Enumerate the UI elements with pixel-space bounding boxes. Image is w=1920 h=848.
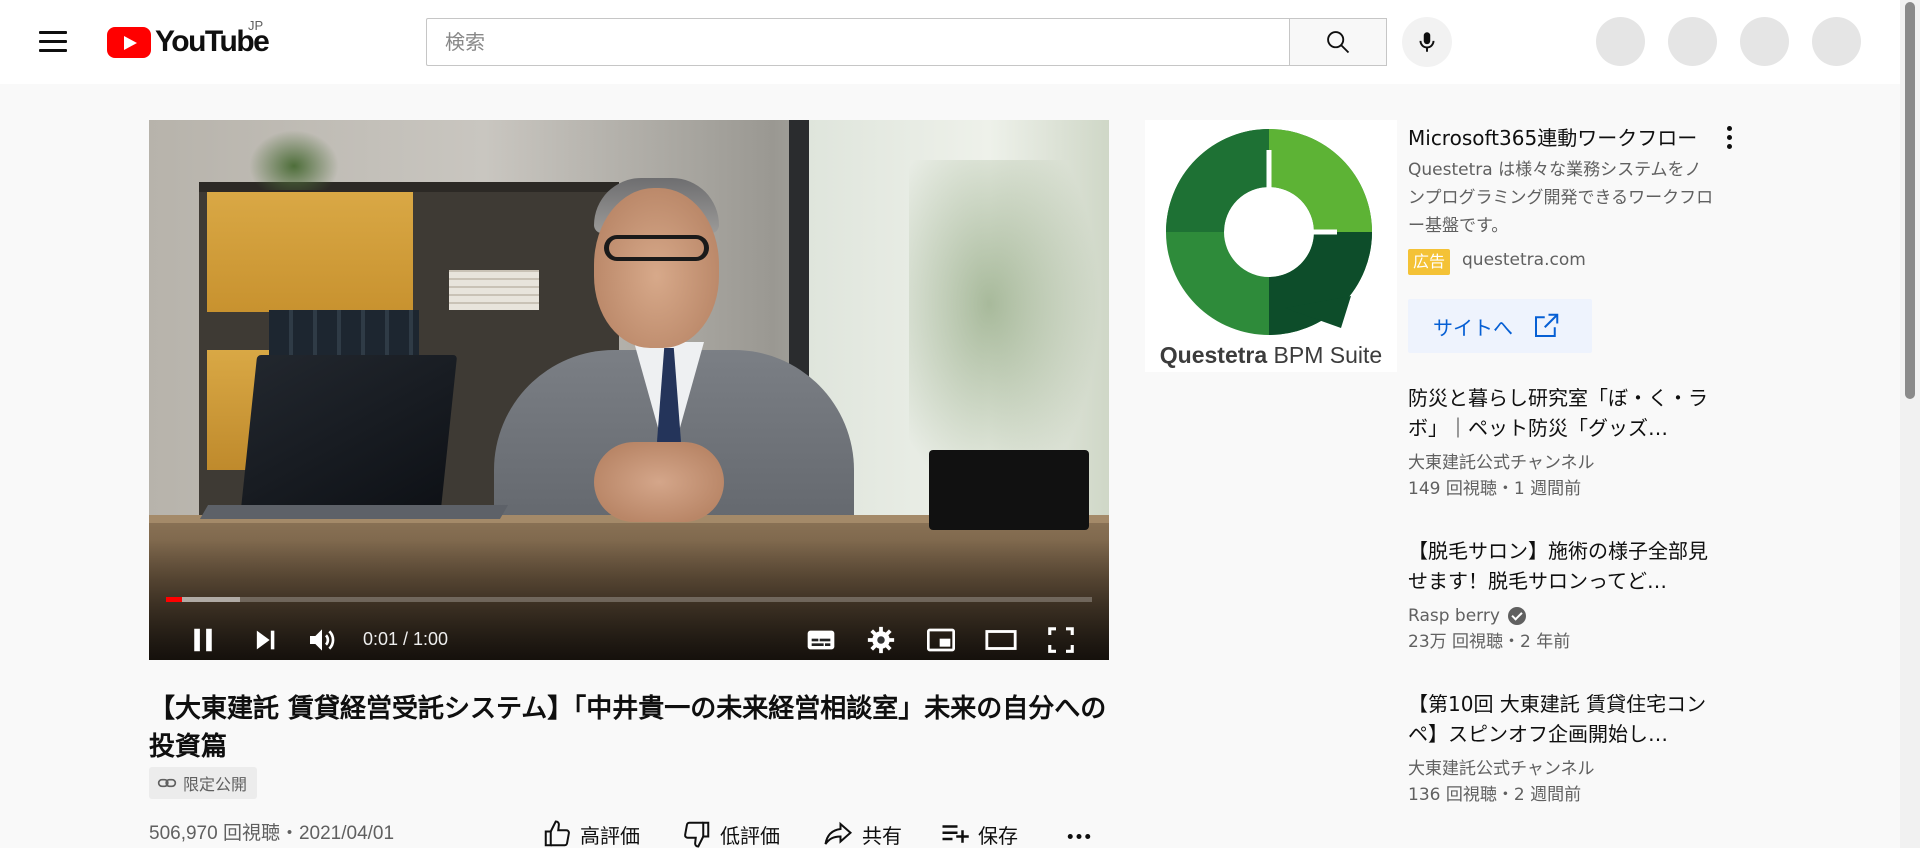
- ad-logo-text: Questetra BPM Suite: [1159, 342, 1383, 368]
- ad-visit-site-button[interactable]: サイトへ: [1408, 299, 1592, 353]
- next-icon: [256, 630, 275, 650]
- progress-bar[interactable]: [166, 597, 1092, 602]
- recommendation-stats: 136 回視聴・2 週間前: [1408, 785, 1582, 805]
- gear-icon: [867, 626, 895, 654]
- playlist-add-icon: [942, 825, 969, 843]
- more-actions-button[interactable]: [1062, 817, 1104, 848]
- miniplayer-button[interactable]: [917, 616, 965, 660]
- like-label: 高評価: [580, 823, 640, 848]
- verified-check-icon: [1507, 607, 1526, 625]
- privacy-label: 限定公開: [183, 775, 248, 794]
- view-count-date: 506,970 回視聴・2021/04/01: [149, 823, 395, 844]
- ad-domain: questetra.com: [1462, 250, 1586, 270]
- pause-button[interactable]: [179, 616, 227, 660]
- more-horizontal-icon: [1067, 834, 1091, 839]
- search-box: [426, 18, 1290, 66]
- recommendation-channel: 大東建託公式チャンネル: [1408, 453, 1595, 473]
- fullscreen-button[interactable]: [1037, 616, 1085, 660]
- region-code: JP: [248, 18, 264, 33]
- next-button[interactable]: [241, 616, 289, 660]
- ad-description: Questetra は様々な業務システムをノンプログラミング開発できるワークフロ…: [1408, 160, 1714, 236]
- search-input[interactable]: [445, 30, 1290, 54]
- microphone-icon: [1419, 32, 1435, 52]
- search-button[interactable]: [1289, 18, 1387, 66]
- share-icon: [824, 821, 853, 845]
- link-icon: [157, 778, 177, 788]
- header-avatar-2[interactable]: [1668, 17, 1717, 66]
- recommendation-title: 防災と暮らし研究室「ぼ・く・ラボ」｜ペット防災「グッズ…: [1408, 386, 1708, 440]
- youtube-logo[interactable]: YouTube: [107, 24, 270, 60]
- theater-mode-button[interactable]: [977, 616, 1025, 660]
- recommendation-stats: 23万 回視聴・2 年前: [1408, 632, 1571, 652]
- header-avatar-4[interactable]: [1812, 17, 1861, 66]
- thumbs-up-icon: [544, 820, 570, 847]
- save-label: 保存: [978, 823, 1018, 848]
- ad-menu-button[interactable]: [1717, 122, 1741, 152]
- share-label: 共有: [862, 823, 902, 848]
- recommendation-item[interactable]: 【脱毛サロン】施術の様子全部見せます！脱毛サロンってど… Rasp berry …: [1408, 536, 1718, 655]
- recommendation-channel: Rasp berry: [1408, 603, 1718, 629]
- ad-button-label: サイトへ: [1433, 315, 1513, 340]
- scrollbar-thumb[interactable]: [1905, 2, 1915, 399]
- privacy-badge: 限定公開: [149, 767, 258, 799]
- volume-icon: [310, 629, 335, 651]
- play-logo-icon: [107, 26, 151, 58]
- menu-icon[interactable]: [36, 28, 70, 56]
- masthead: YouTube JP: [0, 0, 1900, 84]
- external-link-icon: [1535, 313, 1559, 337]
- miniplayer-icon: [927, 628, 955, 652]
- recommendation-stats: 149 回視聴・1 週間前: [1408, 479, 1582, 499]
- recommendation-title: 【脱毛サロン】施術の様子全部見せます！脱毛サロンってど…: [1408, 539, 1708, 593]
- subtitles-icon: [807, 630, 835, 650]
- save-button[interactable]: 保存: [940, 817, 1018, 848]
- volume-button[interactable]: [298, 616, 346, 660]
- video-player[interactable]: 0:01 / 1:00: [149, 120, 1109, 660]
- recommendation-channel: 大東建託公式チャンネル: [1408, 759, 1595, 779]
- dislike-button[interactable]: 低評価: [682, 817, 780, 848]
- header-avatar-3[interactable]: [1740, 17, 1789, 66]
- progress-played: [166, 597, 182, 602]
- ad-thumbnail[interactable]: Questetra BPM Suite: [1145, 120, 1397, 372]
- like-button[interactable]: 高評価: [542, 817, 640, 848]
- thumbs-down-icon: [684, 821, 710, 848]
- search-icon: [1327, 31, 1350, 54]
- theater-icon: [985, 630, 1017, 650]
- fullscreen-icon: [1048, 627, 1074, 653]
- share-button[interactable]: 共有: [822, 817, 902, 848]
- page-scrollbar[interactable]: [1900, 0, 1920, 848]
- settings-button[interactable]: [857, 616, 905, 660]
- questetra-logo-icon: [1166, 129, 1372, 335]
- recommendation-item[interactable]: 【第10回 大東建託 賃貸住宅コンペ】スピンオフ企画開始し… 大東建託公式チャン…: [1408, 689, 1718, 808]
- video-title: 【大東建託 賃貸経営受託システム】「中井貴一の未来経営相談室」未来の自分への投資…: [149, 694, 1107, 762]
- recommendation-title: 【第10回 大東建託 賃貸住宅コンペ】スピンオフ企画開始し…: [1408, 692, 1707, 746]
- time-display: 0:01 / 1:00: [363, 629, 449, 649]
- recommendation-item[interactable]: 防災と暮らし研究室「ぼ・く・ラボ」｜ペット防災「グッズ… 大東建託公式チャンネル…: [1408, 383, 1718, 502]
- ad-badge: 広告: [1408, 249, 1451, 275]
- dislike-label: 低評価: [720, 823, 780, 848]
- pause-icon: [194, 628, 212, 652]
- ad-title[interactable]: Microsoft365連動ワークフロー: [1408, 122, 1708, 151]
- subtitles-button[interactable]: [797, 616, 845, 660]
- header-avatar-1[interactable]: [1596, 17, 1645, 66]
- voice-search-button[interactable]: [1402, 17, 1452, 67]
